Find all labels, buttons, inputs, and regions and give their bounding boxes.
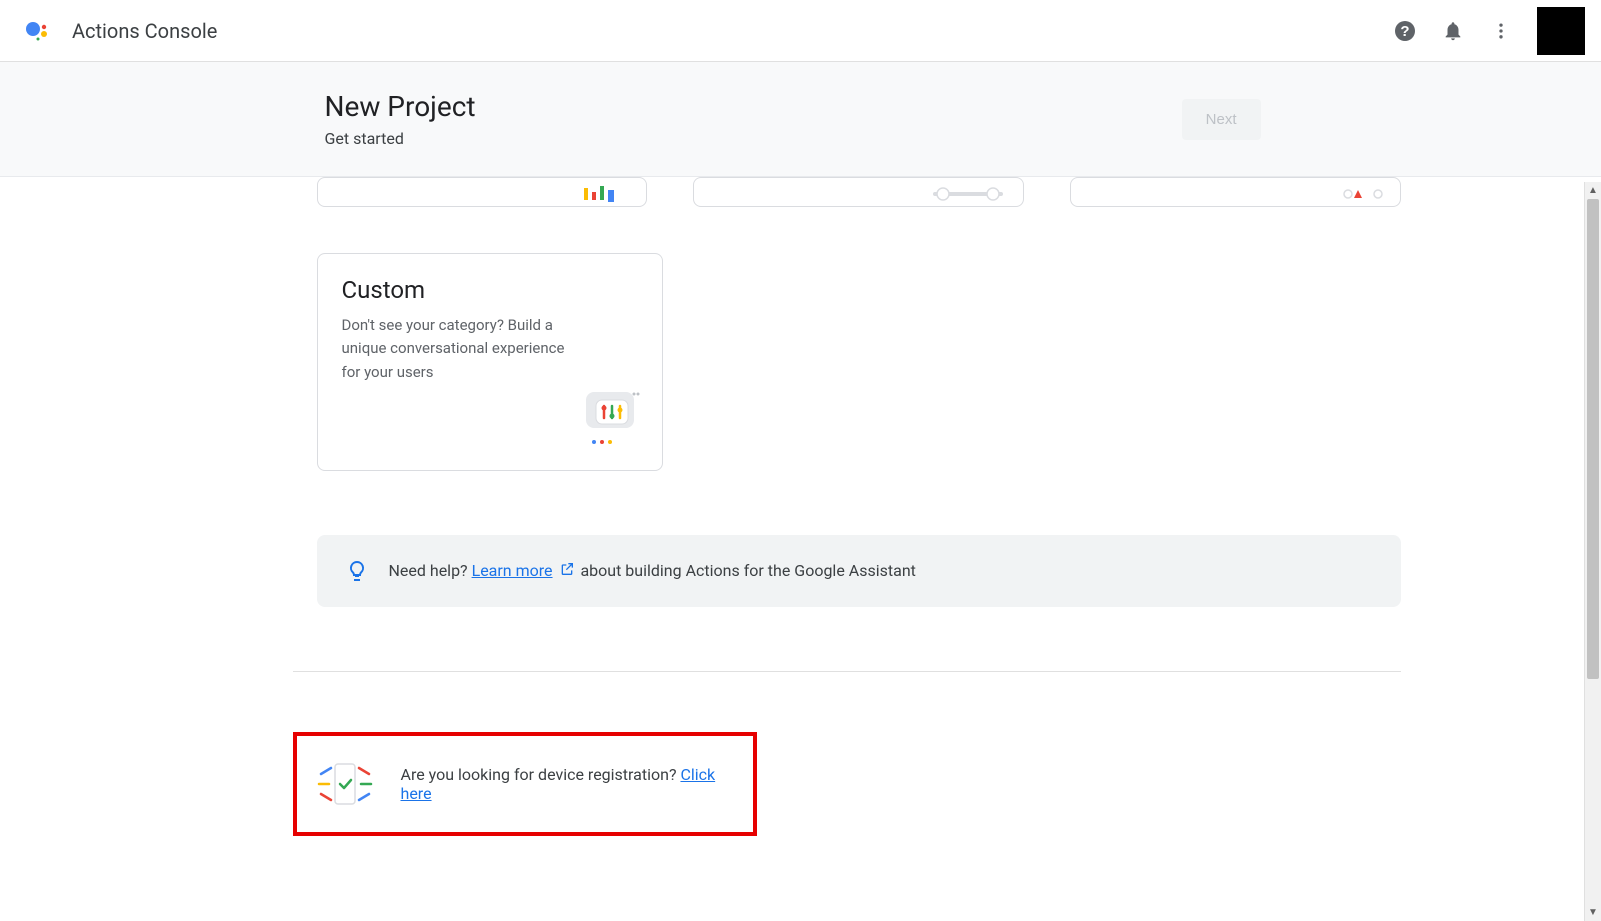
card-row: Custom Don't see your category? Build a … (317, 253, 1401, 471)
scrollbar[interactable]: ▲ ▼ (1584, 182, 1601, 921)
help-prefix: Need help? (389, 561, 472, 580)
scroll-up-arrow-icon[interactable]: ▲ (1585, 182, 1601, 199)
category-card-stub[interactable] (317, 177, 648, 207)
external-link-icon (559, 562, 579, 581)
custom-card-icon (580, 390, 644, 454)
help-suffix: about building Actions for the Google As… (580, 561, 915, 580)
help-banner: Need help? Learn more about building Act… (317, 535, 1401, 607)
next-button[interactable]: Next (1182, 99, 1261, 140)
help-text: Need help? Learn more about building Act… (389, 561, 916, 582)
lightbulb-icon (345, 559, 369, 583)
card-row-stubs (317, 177, 1401, 207)
category-card-stub[interactable] (1070, 177, 1401, 207)
svg-text:?: ? (1400, 23, 1409, 40)
scroll-down-arrow-icon[interactable]: ▼ (1585, 904, 1601, 921)
main-content: Custom Don't see your category? Build a … (161, 177, 1441, 916)
device-registration-callout: Are you looking for device registration?… (293, 732, 757, 836)
assistant-logo-icon[interactable] (24, 19, 48, 43)
device-registration-text: Are you looking for device registration?… (401, 765, 733, 803)
section-divider (293, 671, 1401, 672)
help-icon[interactable]: ? (1393, 19, 1417, 43)
category-card-custom[interactable]: Custom Don't see your category? Build a … (317, 253, 663, 471)
subheader: New Project Get started Next (0, 62, 1601, 177)
card-title: Custom (342, 276, 638, 304)
logo-group: Actions Console (16, 19, 217, 43)
page-title: New Project (325, 90, 476, 123)
card-description: Don't see your category? Build a unique … (342, 314, 582, 384)
scroll-thumb[interactable] (1587, 199, 1599, 679)
app-title: Actions Console (72, 19, 217, 43)
learn-more-link[interactable]: Learn more (472, 561, 553, 580)
topbar-icons: ? (1393, 7, 1585, 55)
device-registration-icon (317, 760, 373, 808)
page-subtitle: Get started (325, 129, 476, 148)
topbar: Actions Console ? (0, 0, 1601, 62)
category-card-stub[interactable] (693, 177, 1024, 207)
avatar[interactable] (1537, 7, 1585, 55)
notifications-icon[interactable] (1441, 19, 1465, 43)
more-menu-icon[interactable] (1489, 19, 1513, 43)
device-reg-prefix: Are you looking for device registration? (401, 765, 681, 784)
